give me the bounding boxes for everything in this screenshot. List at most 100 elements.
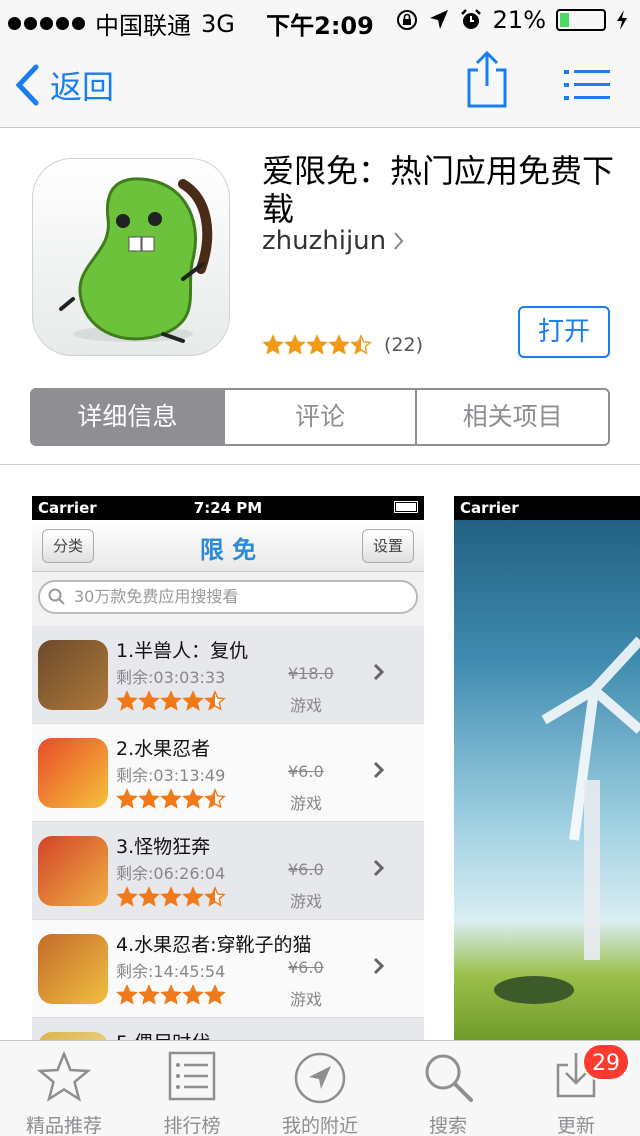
star-icon <box>204 690 226 711</box>
row-rating-stars <box>116 886 226 908</box>
chevron-right-icon <box>373 957 385 975</box>
star-icon <box>182 984 204 1005</box>
updates-badge: 29 <box>582 1043 630 1081</box>
star-icon <box>204 886 226 907</box>
game-name: 4.水果忍者:穿靴子的猫 <box>116 934 312 956</box>
share-icon[interactable] <box>466 50 508 108</box>
star-icon <box>138 886 160 907</box>
star-icon <box>36 1051 92 1102</box>
bean-mascot-icon <box>59 177 213 343</box>
tab-near-me[interactable]: 我的附近 <box>256 1041 384 1136</box>
chevron-right-icon <box>373 761 385 779</box>
original-price: ¥6.0 <box>288 860 324 879</box>
star-icon <box>306 334 328 355</box>
screenshot-2-carrier: Carrier <box>460 499 519 517</box>
row-rating-stars <box>116 984 226 1006</box>
navigation-bar: 返回 <box>0 40 640 128</box>
game-name: 1.半兽人：复仇 <box>116 640 249 662</box>
star-icon <box>116 984 138 1005</box>
screenshot-battery-icon <box>394 501 418 513</box>
divider <box>0 464 640 465</box>
screenshot-search-bar: 30万款免费应用搜搜看 <box>32 572 424 626</box>
original-price: ¥6.0 <box>288 762 324 781</box>
search-icon <box>425 1054 473 1102</box>
star-icon <box>138 788 160 809</box>
screenshot-search-placeholder: 30万款免费应用搜搜看 <box>74 587 239 606</box>
row-rating-stars <box>116 690 226 712</box>
rating: (22) <box>262 334 423 356</box>
list-icon <box>168 1051 216 1101</box>
game-category: 游戏 <box>290 892 323 911</box>
screenshot-search-field: 30万款免费应用搜搜看 <box>38 580 418 614</box>
screenshot-2-status-bar: Carrier <box>454 496 640 520</box>
game-icon <box>38 836 108 906</box>
star-icon <box>350 334 372 355</box>
tab-updates-label: 更新 <box>556 1115 595 1136</box>
star-icon <box>160 984 182 1005</box>
game-name: 2.水果忍者 <box>116 738 211 760</box>
segmented-control: 详细信息 评论 相关项目 <box>30 388 610 446</box>
star-icon <box>138 984 160 1005</box>
windmill-graphic <box>494 636 640 1004</box>
location-icon <box>294 1052 346 1104</box>
screenshot-list: 1.半兽人：复仇 剩余:03:03:33 ¥18.0 游戏 2.水果忍者 剩余:03:13… <box>32 626 424 1041</box>
star-icon <box>160 788 182 809</box>
original-price: ¥18.0 <box>288 664 334 683</box>
game-category: 游戏 <box>290 794 323 813</box>
list-item: 2.水果忍者 剩余:03:13:49 ¥6.0 游戏 <box>32 724 424 822</box>
segment-related[interactable]: 相关项目 <box>415 390 608 444</box>
tab-search[interactable]: 搜索 <box>384 1041 512 1136</box>
star-icon <box>138 690 160 711</box>
star-icon <box>116 690 138 711</box>
screenshot-nav: 分类 限 免 设置 <box>32 520 424 572</box>
chevron-right-icon <box>394 232 404 250</box>
star-icon <box>182 788 204 809</box>
tab-search-label: 搜索 <box>428 1115 467 1136</box>
star-icon <box>204 984 226 1005</box>
tab-featured-label: 精品推荐 <box>25 1115 102 1136</box>
open-button[interactable]: 打开 <box>518 306 610 358</box>
remaining-time: 剩余:14:45:54 <box>116 962 226 981</box>
chevron-right-icon <box>373 663 385 681</box>
tab-top-charts-label: 排行榜 <box>163 1115 221 1136</box>
app-title: 爱限免：热门应用免费下载 <box>262 152 615 228</box>
remaining-time: 剩余:03:13:49 <box>116 766 226 785</box>
game-category: 游戏 <box>290 696 323 715</box>
list-item: 5.偶尸时代 <box>32 1018 424 1041</box>
status-right: 21% <box>395 6 628 34</box>
star-icon <box>160 690 182 711</box>
tab-top-charts[interactable]: 排行榜 <box>128 1041 256 1136</box>
star-icon <box>284 334 306 355</box>
back-label: 返回 <box>50 68 115 106</box>
menu-list-icon[interactable] <box>564 70 610 100</box>
original-price: ¥6.0 <box>288 958 324 977</box>
segment-reviews[interactable]: 评论 <box>222 390 416 444</box>
game-icon <box>38 640 108 710</box>
list-item: 4.水果忍者:穿靴子的猫 剩余:14:45:54 ¥6.0 游戏 <box>32 920 424 1018</box>
battery-icon <box>556 9 606 31</box>
chevron-left-icon <box>15 64 39 106</box>
back-button[interactable]: 返回 <box>14 62 114 108</box>
star-icon <box>262 334 284 355</box>
tab-featured[interactable]: 精品推荐 <box>0 1041 128 1136</box>
star-icon <box>204 788 226 809</box>
rating-count: (22) <box>384 334 424 356</box>
battery-percent: 21% <box>492 6 546 34</box>
segment-details[interactable]: 详细信息 <box>32 390 223 444</box>
game-icon <box>38 934 108 1004</box>
screenshot-2[interactable]: Carrier <box>454 496 640 1041</box>
alarm-icon <box>460 9 481 29</box>
list-item: 1.半兽人：复仇 剩余:03:03:33 ¥18.0 游戏 <box>32 626 424 724</box>
list-item: 3.怪物狂奔 剩余:06:26:04 ¥6.0 游戏 <box>32 822 424 920</box>
screenshot-status-bar: Carrier 7:24 PM <box>32 496 424 520</box>
game-icon <box>38 738 108 808</box>
search-icon <box>48 588 65 605</box>
star-icon <box>160 886 182 907</box>
remaining-time: 剩余:03:03:33 <box>116 668 226 687</box>
screenshot-time: 7:24 PM <box>193 499 263 517</box>
row-rating-stars <box>116 788 226 810</box>
screenshot-1[interactable]: Carrier 7:24 PM 分类 限 免 设置 30万款免费应用搜搜看 1.… <box>32 496 424 1041</box>
developer-link[interactable]: zhuzhijun <box>262 226 404 256</box>
chevron-right-icon <box>373 859 385 877</box>
tab-updates[interactable]: 29 更新 <box>512 1041 640 1136</box>
